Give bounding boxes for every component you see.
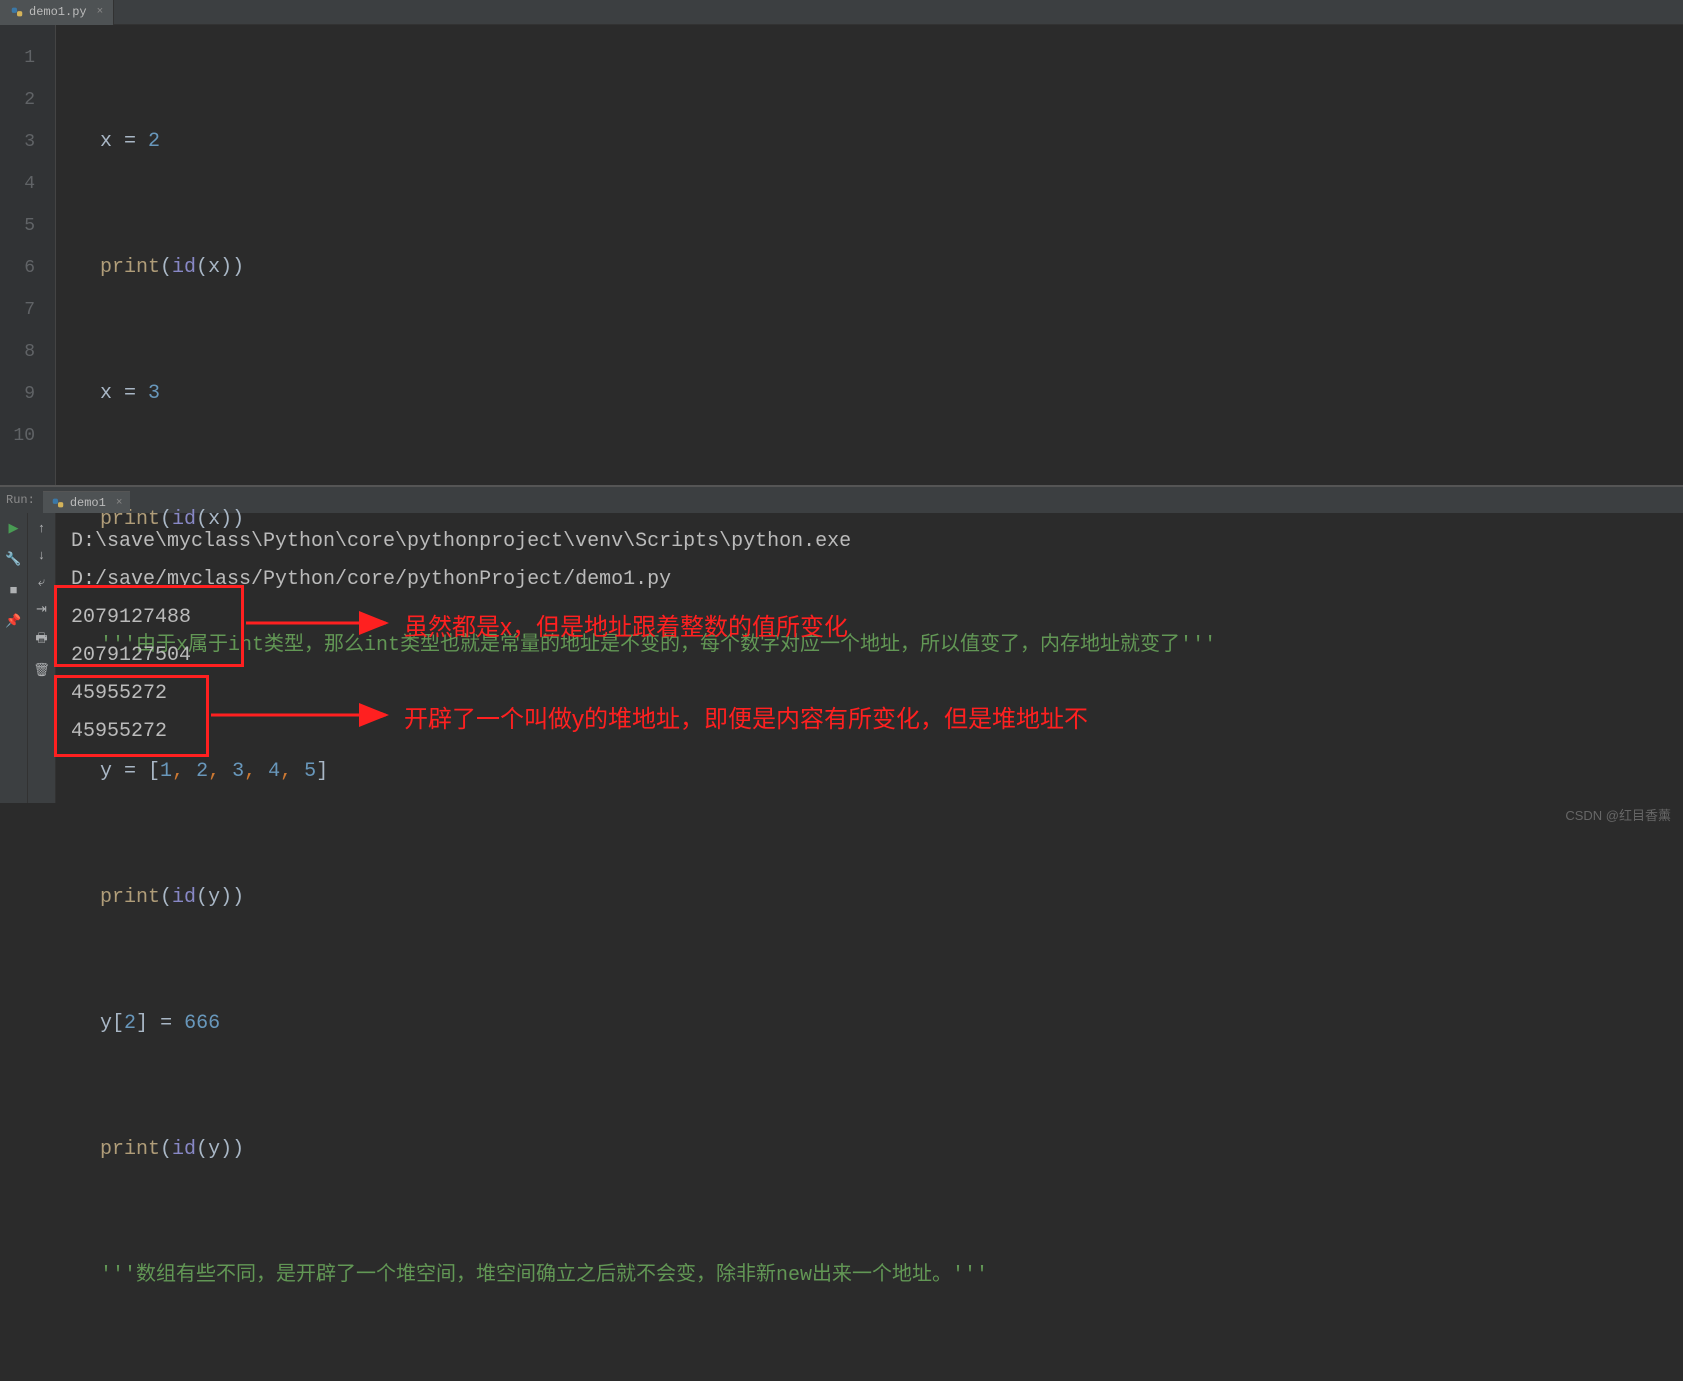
close-icon[interactable]: × [116,497,123,509]
run-body: ▶ 🔧 ■ 📌 ↑ ↓ ⤶ ⇥ 🖶 🗑 D:\save\myclass\Pyth… [0,513,1683,803]
code-line: x = 3 [100,373,1683,415]
run-tab-name: demo1 [70,496,106,510]
line-number: 2 [0,79,35,121]
line-number: 9 [0,373,35,415]
line-number: 3 [0,121,35,163]
gutter-divider [55,25,85,485]
code-line: y[2] = 666 [100,1003,1683,1045]
annotation-text-1: 虽然都是x，但是地址跟着整数的值所变化 [404,609,848,647]
watermark: CSDN @红目香薰 [1565,805,1671,824]
trash-icon[interactable]: 🗑 [33,663,50,678]
editor-tab-bar: demo1.py × [0,0,1683,25]
python-file-icon [51,496,65,510]
code-editor[interactable]: 1 2 3 4 5 6 7 8 9 10 x = 2 print(id(x)) … [0,25,1683,485]
line-number: 4 [0,163,35,205]
run-label: Run: [4,493,35,507]
console-output[interactable]: D:\save\myclass\Python\core\pythonprojec… [56,513,1683,803]
stop-icon[interactable]: ■ [10,583,18,598]
code-line: x = 2 [100,121,1683,163]
print-icon[interactable]: 🖶 [35,629,47,651]
annotation-text-2: 开辟了一个叫做y的堆地址，即便是内容有所变化，但是堆地址不 [404,701,1088,739]
run-icon[interactable]: ▶ [9,521,19,536]
close-icon[interactable]: × [97,6,104,18]
line-number: 8 [0,331,35,373]
code-line: print(id(x)) [100,247,1683,289]
run-tab[interactable]: demo1 × [43,491,131,513]
wrench-icon[interactable]: 🔧 [5,552,21,567]
python-file-icon [10,5,24,19]
console-line: D:/save/myclass/Python/core/pythonProjec… [71,561,1668,599]
line-number: 5 [0,205,35,247]
console-output-value: 2079127488 [71,599,1668,637]
code-content[interactable]: x = 2 print(id(x)) x = 3 print(id(x)) ''… [85,25,1683,485]
line-number: 6 [0,247,35,289]
arrow-up-icon[interactable]: ↑ [38,521,46,536]
line-number: 10 [0,415,35,457]
editor-tab-demo1[interactable]: demo1.py × [0,0,114,25]
arrow-down-icon[interactable]: ↓ [38,548,46,563]
line-gutter: 1 2 3 4 5 6 7 8 9 10 [0,25,55,485]
console-output-value: 2079127504 [71,637,1668,675]
code-line: print(id(y)) [100,1129,1683,1171]
code-line: print(id(y)) [100,877,1683,919]
run-toolbar-left: ▶ 🔧 ■ 📌 [0,513,28,803]
pin-icon[interactable]: 📌 [5,614,21,629]
run-panel: Run: demo1 × ▶ 🔧 ■ 📌 ↑ ↓ ⤶ ⇥ 🖶 🗑 D:\save… [0,485,1683,803]
console-line: D:\save\myclass\Python\core\pythonprojec… [71,523,1668,561]
line-number: 7 [0,289,35,331]
run-toolbar-2: ↑ ↓ ⤶ ⇥ 🖶 🗑 [28,513,56,803]
wrap-icon[interactable]: ⤶ [38,575,45,590]
scroll-icon[interactable]: ⇥ [36,602,47,617]
code-line: '''数组有些不同，是开辟了一个堆空间，堆空间确立之后就不会变，除非新new出来… [100,1255,1683,1297]
tab-filename: demo1.py [29,5,87,19]
line-number: 1 [0,37,35,79]
